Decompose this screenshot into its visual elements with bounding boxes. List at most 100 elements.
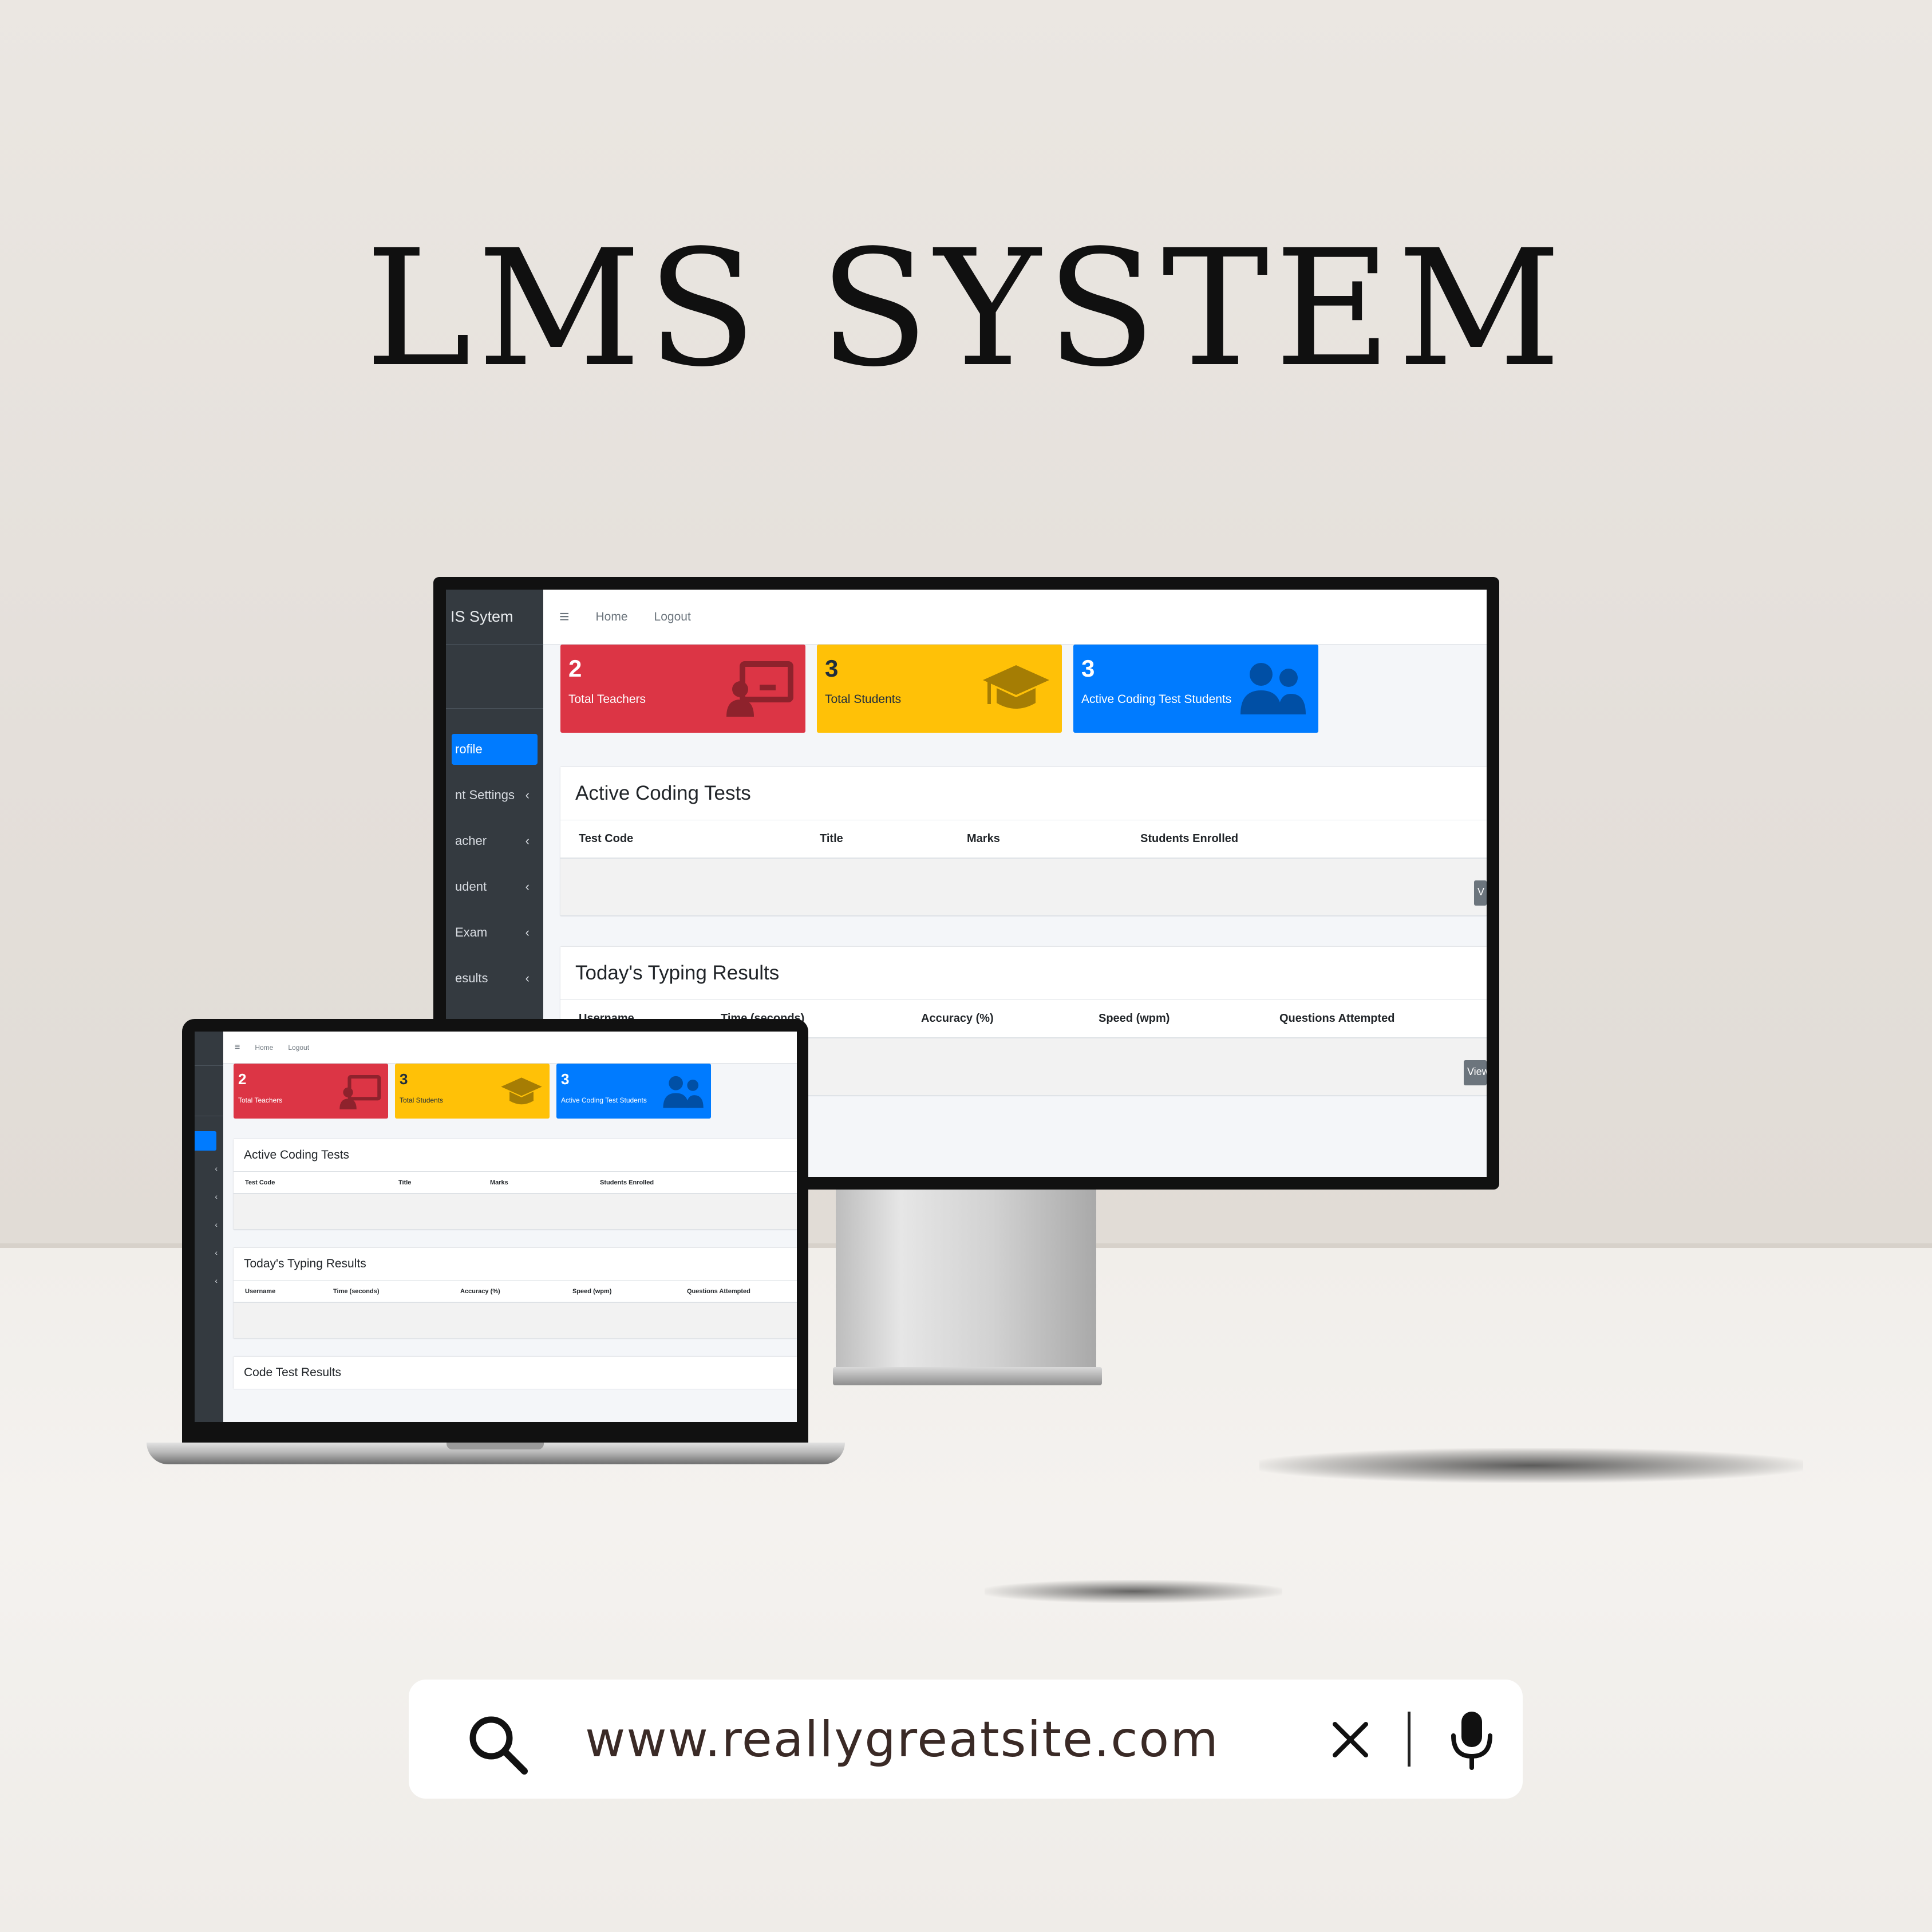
chevron-left-icon: ‹ xyxy=(215,1276,218,1285)
top-navbar: ≡ Home Logout xyxy=(223,1032,797,1064)
laptop: ‹ ‹ ‹ ‹ ‹ ≡ Home Logout 2 Total Teachers xyxy=(182,1019,808,1443)
sidebar-menu: ‹ ‹ ‹ ‹ ‹ xyxy=(195,1116,223,1291)
stat-box-coding-students[interactable]: 3 Active Coding Test Students xyxy=(556,1064,711,1119)
table-body xyxy=(234,1194,797,1230)
brand-title[interactable]: IS Sytem xyxy=(446,590,543,645)
laptop-screen: ‹ ‹ ‹ ‹ ‹ ≡ Home Logout 2 Total Teachers xyxy=(195,1032,797,1422)
column-header: Marks xyxy=(967,832,1000,845)
sidebar-item-label: Exam xyxy=(455,925,488,939)
chevron-left-icon: ‹ xyxy=(525,971,530,985)
users-icon xyxy=(663,1076,704,1108)
sidebar-menu: rofile nt Settings ‹ acher ‹ udent ‹ Exa… xyxy=(446,709,543,994)
stat-box-teachers[interactable]: 2 Total Teachers xyxy=(234,1064,388,1119)
sidebar-item-label: esults xyxy=(455,971,488,985)
chevron-left-icon: ‹ xyxy=(525,788,530,802)
chevron-left-icon: ‹ xyxy=(215,1248,218,1257)
view-all-button[interactable]: V xyxy=(1474,880,1487,906)
typing-results-card: Today's Typing Results Username Time (se… xyxy=(234,1248,797,1338)
sidebar-item-student[interactable]: ‹ xyxy=(195,1214,223,1235)
main-content: ≡ Home Logout 2 Total Teachers 3 Total S… xyxy=(223,1032,797,1422)
sidebar-item-label: udent xyxy=(455,879,487,894)
sidebar: ‹ ‹ ‹ ‹ ‹ xyxy=(195,1032,223,1422)
column-header: Questions Attempted xyxy=(1279,1012,1395,1025)
card-title: Code Test Results xyxy=(244,1366,342,1379)
page-headline: LMS SYSTEM xyxy=(365,216,1567,402)
table-body: V xyxy=(560,859,1487,916)
column-header: Accuracy (%) xyxy=(460,1287,500,1295)
chevron-left-icon: ‹ xyxy=(215,1220,218,1229)
active-coding-tests-card: Active Coding Tests Test Code Title Mark… xyxy=(234,1139,797,1230)
stat-boxes: 2 Total Teachers 3 Total Students 3 Acti… xyxy=(543,645,1487,733)
column-header: Username xyxy=(245,1287,276,1295)
stat-box-coding-students[interactable]: 3 Active Coding Test Students xyxy=(1073,645,1318,733)
table-header: Test Code Title Marks Students Enrolled xyxy=(560,820,1487,859)
sidebar-item-teacher[interactable]: ‹ xyxy=(195,1186,223,1207)
teacher-board-icon xyxy=(339,1075,381,1109)
laptop-hinge-notch xyxy=(447,1443,544,1449)
card-title: Today's Typing Results xyxy=(575,962,780,984)
stat-box-students[interactable]: 3 Total Students xyxy=(817,645,1062,733)
sidebar-item-settings[interactable]: ‹ xyxy=(195,1158,223,1179)
column-header: Accuracy (%) xyxy=(921,1012,994,1025)
teacher-board-icon xyxy=(726,661,793,717)
sidebar-item-profile[interactable] xyxy=(195,1131,216,1151)
card-title: Today's Typing Results xyxy=(244,1257,366,1270)
chevron-left-icon: ‹ xyxy=(525,925,530,939)
user-panel xyxy=(195,1066,223,1116)
view-all-button[interactable]: View xyxy=(1464,1060,1487,1085)
column-header: Test Code xyxy=(579,832,634,845)
sidebar-item-results[interactable]: ‹ xyxy=(195,1270,223,1291)
column-header: Speed (wpm) xyxy=(572,1287,612,1295)
column-header: Title xyxy=(398,1179,412,1186)
close-icon[interactable] xyxy=(1330,1720,1370,1760)
nav-link-home[interactable]: Home xyxy=(596,610,628,624)
table-header: Username Time (seconds) Accuracy (%) Spe… xyxy=(234,1280,797,1303)
nav-link-home[interactable]: Home xyxy=(255,1044,273,1052)
sidebar-item-exam[interactable]: Exam ‹ xyxy=(452,917,538,948)
column-header: Title xyxy=(820,832,843,845)
user-panel xyxy=(446,645,543,709)
graduation-cap-icon xyxy=(983,665,1049,709)
nav-link-logout[interactable]: Logout xyxy=(654,610,691,624)
column-header: Students Enrolled xyxy=(600,1179,654,1186)
chevron-left-icon: ‹ xyxy=(525,879,530,894)
stat-boxes: 2 Total Teachers 3 Total Students 3 Acti… xyxy=(223,1064,797,1119)
sidebar-item-label: nt Settings xyxy=(455,788,515,802)
search-bar[interactable]: www.reallygreatsite.com xyxy=(409,1680,1523,1799)
chevron-left-icon: ‹ xyxy=(215,1192,218,1201)
graduation-cap-icon xyxy=(501,1077,542,1105)
search-divider xyxy=(1408,1712,1411,1767)
brand-title xyxy=(195,1032,223,1066)
sidebar-item-label: acher xyxy=(455,833,487,848)
sidebar-item-teacher[interactable]: acher ‹ xyxy=(452,825,538,856)
microphone-icon[interactable] xyxy=(1448,1710,1496,1770)
menu-toggle-icon[interactable]: ≡ xyxy=(235,1042,240,1053)
card-title: Active Coding Tests xyxy=(244,1148,350,1161)
stat-box-teachers[interactable]: 2 Total Teachers xyxy=(560,645,805,733)
stat-box-students[interactable]: 3 Total Students xyxy=(395,1064,550,1119)
code-test-results-card: Code Test Results xyxy=(234,1357,797,1389)
sidebar-item-label: rofile xyxy=(455,742,483,756)
column-header: Speed (wpm) xyxy=(1099,1012,1170,1025)
sidebar-item-exam[interactable]: ‹ xyxy=(195,1242,223,1263)
chevron-left-icon: ‹ xyxy=(215,1164,218,1173)
column-header: Time (seconds) xyxy=(333,1287,380,1295)
search-input[interactable]: www.reallygreatsite.com xyxy=(585,1708,1219,1771)
table-body xyxy=(234,1303,797,1338)
active-coding-tests-card: Active Coding Tests Test Code Title Mark… xyxy=(560,767,1487,916)
sidebar-item-student[interactable]: udent ‹ xyxy=(452,871,538,902)
floor-shadow xyxy=(1259,1448,1803,1483)
sidebar-item-profile[interactable]: rofile xyxy=(452,734,538,765)
column-header: Marks xyxy=(490,1179,508,1186)
sidebar-item-settings[interactable]: nt Settings ‹ xyxy=(452,780,538,811)
nav-link-logout[interactable]: Logout xyxy=(288,1044,309,1052)
column-header: Students Enrolled xyxy=(1140,832,1239,845)
menu-toggle-icon[interactable]: ≡ xyxy=(559,607,570,627)
chevron-left-icon: ‹ xyxy=(525,833,530,848)
table-header: Test Code Title Marks Students Enrolled xyxy=(234,1171,797,1194)
floor-shadow-small xyxy=(985,1580,1282,1603)
top-navbar: ≡ Home Logout xyxy=(543,590,1487,645)
sidebar-item-results[interactable]: esults ‹ xyxy=(452,963,538,994)
search-icon[interactable] xyxy=(466,1713,529,1776)
card-title: Active Coding Tests xyxy=(575,782,751,804)
